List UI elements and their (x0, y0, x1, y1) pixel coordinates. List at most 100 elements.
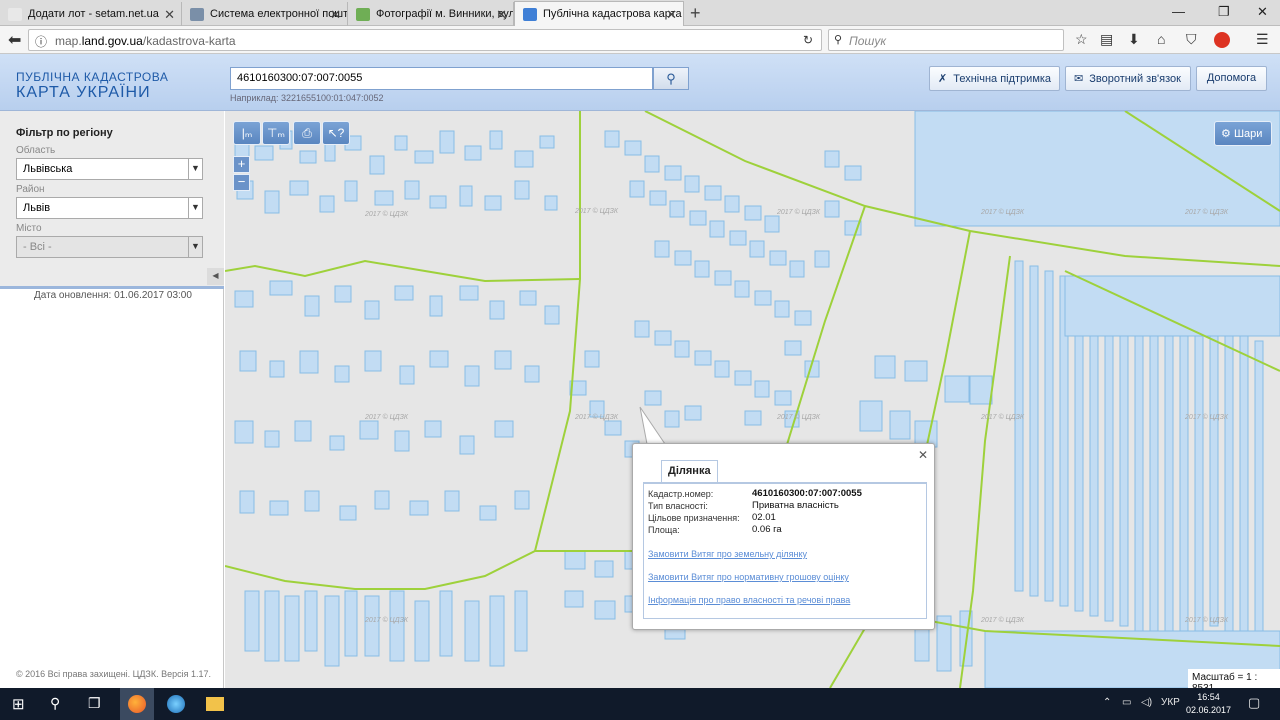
cadastral-search-input[interactable]: 4610160300:07:007:0055 (230, 67, 653, 90)
watermark-text: 2017 © ЦДЗК (1184, 413, 1229, 421)
chevron-up-icon[interactable]: ⌃ (1103, 697, 1111, 708)
update-date: Дата оновлення: 01.06.2017 03:00 (34, 290, 192, 301)
search-icon[interactable]: ⚲ (50, 695, 68, 713)
chevron-down-icon: ▼ (188, 198, 202, 218)
search-icon: ⚲ (834, 34, 843, 46)
tab-title: Публічна кадастрова карта (543, 8, 682, 20)
browser-tab-active[interactable]: Публічна кадастрова карта ✕ (514, 1, 684, 26)
download-icon[interactable]: ⬇ (1128, 31, 1140, 48)
url-path: /kadastrova-karta (142, 34, 236, 48)
task-view-icon[interactable]: ❐ (88, 695, 106, 713)
volume-icon[interactable]: ◁) (1141, 697, 1152, 708)
watermark-text: 2017 © ЦДЗК (1184, 616, 1229, 624)
language-indicator[interactable]: УКР (1161, 697, 1180, 708)
copyright: © 2016 Всі права захищені. ЦДЗК. Версія … (16, 669, 212, 679)
tab-title: Система електронної пошт (210, 8, 348, 20)
home-icon[interactable]: ⌂ (1157, 31, 1165, 47)
search-hint: Наприклад: 3221655100:01:047:0052 (230, 93, 384, 103)
watermark-text: 2017 © ЦДЗК (1184, 208, 1229, 216)
collapse-sidebar-button[interactable]: ◀ (207, 268, 224, 285)
search-placeholder: Пошук (849, 34, 886, 48)
popup-tab[interactable]: Ділянка (661, 460, 718, 482)
windows-start-icon[interactable]: ⊞ (12, 695, 30, 713)
shield-icon (190, 8, 204, 21)
url-prefix: map. (55, 34, 82, 48)
help-button[interactable]: Допомога (1196, 66, 1267, 91)
zoom-out-button[interactable]: − (233, 174, 250, 191)
tech-support-button[interactable]: ✗ Технічна підтримка (929, 66, 1060, 91)
close-window-button[interactable]: ✕ (1257, 4, 1268, 20)
close-tab-icon[interactable]: ✕ (330, 7, 341, 23)
network-icon[interactable]: ▭ (1122, 697, 1131, 708)
sidebar: Фільтр по регіону Область Львівська ▼ Ра… (0, 111, 224, 688)
cadastral-number-value: 4610160300:07:007:0055 (752, 488, 862, 499)
back-icon[interactable]: ⬅ (8, 30, 21, 50)
chevron-down-icon: ▼ (188, 237, 202, 257)
folder-icon[interactable] (206, 697, 224, 711)
parcel-info-popup: ✕ Ділянка Кадастр.номер: 4610160300:07:0… (632, 443, 935, 630)
close-tab-icon[interactable]: ✕ (666, 7, 677, 23)
minimize-button[interactable]: — (1172, 4, 1185, 19)
area-icon: ⊤ₘ (267, 126, 285, 140)
url-bar[interactable]: ⓘ map.land.gov.ua/kadastrova-karta ↻ (28, 29, 822, 51)
order-valuation-link[interactable]: Замовити Витяг про нормативну грошову оц… (648, 572, 849, 582)
notification-icon[interactable]: ▢ (1248, 695, 1260, 711)
info-icon[interactable]: ⓘ (35, 33, 47, 50)
firefox-icon[interactable] (128, 695, 146, 713)
city-select[interactable]: - Всі - ▼ (16, 236, 203, 258)
popup-content: Кадастр.номер: 4610160300:07:007:0055 Ти… (643, 482, 927, 619)
menu-icon[interactable]: ☰ (1256, 31, 1269, 48)
clock[interactable]: 16:54 02.06.2017 (1186, 691, 1231, 717)
print-button[interactable]: ⎙ (293, 121, 321, 145)
browser-tab[interactable]: Додати лот - setam.net.ua ✕ (0, 2, 182, 26)
city-value: - Всі - (23, 241, 52, 253)
close-icon[interactable]: ✕ (918, 448, 928, 462)
rayon-value: Львів (23, 202, 51, 214)
close-tab-icon[interactable]: ✕ (496, 7, 507, 23)
watermark-text: 2017 © ЦДЗК (776, 413, 821, 421)
watermark-text: 2017 © ЦДЗК (364, 616, 409, 624)
browser-tab-bar: Додати лот - setam.net.ua ✕ Система елек… (0, 0, 1280, 26)
cadastral-number-label: Кадастр.номер: (648, 489, 714, 499)
maximize-button[interactable]: ❐ (1218, 4, 1230, 20)
browser-tab[interactable]: Фотографії м. Винники, вул ✕ (348, 2, 514, 26)
page-icon (8, 8, 22, 21)
ownership-info-link[interactable]: Інформація про право власності та речові… (648, 595, 850, 605)
url-domain: land.gov.ua (81, 34, 143, 48)
area-tool[interactable]: ⊤ₘ (262, 121, 290, 145)
oblast-select[interactable]: Львівська ▼ (16, 158, 203, 180)
order-extract-link[interactable]: Замовити Витяг про земельну ділянку (648, 549, 807, 559)
city-label: Місто (16, 223, 42, 234)
purpose-value: 02.01 (752, 512, 776, 523)
clock-time: 16:54 (1197, 692, 1220, 702)
layers-button[interactable]: ⚙ Шари (1214, 121, 1272, 146)
identify-tool[interactable]: ↖? (322, 121, 350, 145)
new-tab-button[interactable]: + (690, 3, 701, 24)
rayon-select[interactable]: Львів ▼ (16, 197, 203, 219)
cadastral-map[interactable]: 2017 © ЦДЗК 2017 © ЦДЗК 2017 © ЦДЗК 2017… (225, 111, 1280, 688)
reload-icon[interactable]: ↻ (803, 33, 813, 47)
ownership-type-value: Приватна власність (752, 500, 839, 511)
logo-line-2: КАРТА УКРАЇНИ (16, 84, 151, 101)
app-icon[interactable] (167, 695, 185, 713)
search-icon: ⚲ (666, 71, 676, 86)
watermark-text: 2017 © ЦДЗК (574, 413, 619, 421)
bookmark-star-icon[interactable]: ☆ (1075, 31, 1088, 48)
ruler-tool[interactable]: |ₘ (233, 121, 261, 145)
watermark-text: 2017 © ЦДЗК (574, 207, 619, 215)
cadastral-search-button[interactable]: ⚲ (653, 67, 689, 90)
area-label: Площа: (648, 525, 680, 535)
browser-tab[interactable]: Система електронної пошт ✕ (182, 2, 348, 26)
feedback-button[interactable]: ✉ Зворотний зв'язок (1065, 66, 1191, 91)
search-input[interactable]: ⚲ Пошук (828, 29, 1064, 51)
close-tab-icon[interactable]: ✕ (164, 7, 175, 23)
zoom-in-button[interactable]: + (233, 156, 250, 173)
browser-nav-bar: ⬅ ⓘ map.land.gov.ua/kadastrova-karta ↻ ⚲… (0, 26, 1280, 54)
adblock-icon[interactable] (1214, 32, 1230, 48)
oblast-value: Львівська (23, 163, 73, 175)
watermark-text: 2017 © ЦДЗК (776, 208, 821, 216)
printer-icon: ⎙ (302, 126, 312, 140)
reading-list-icon[interactable]: ▤ (1100, 31, 1113, 48)
region-filter-panel: Фільтр по регіону Область Львівська ▼ Ра… (0, 111, 224, 289)
pocket-icon[interactable]: ⛉ (1186, 31, 1197, 48)
